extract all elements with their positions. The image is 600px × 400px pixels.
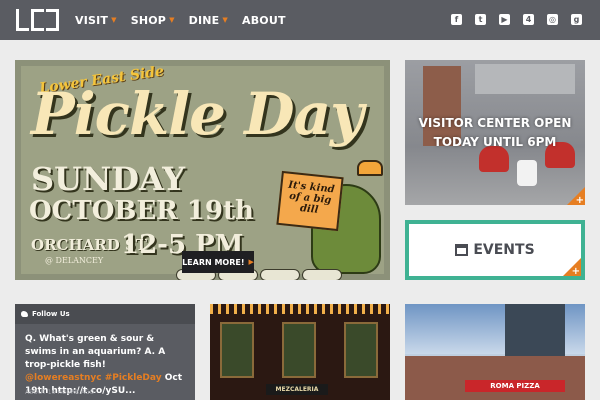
social-links: f t ▶ 4 ◎ g	[451, 14, 582, 25]
visitor-center-text: VISITOR CENTER OPEN TODAY UNTIL 6PM	[405, 114, 585, 152]
store-awning: ROMA PIZZA	[465, 380, 565, 392]
learn-more-button[interactable]: LEARN MORE! ▶	[182, 251, 254, 273]
string-lights	[210, 304, 390, 314]
twitter-feed: Follow Us Q. What's green & sour & swims…	[15, 304, 195, 400]
chevron-down-icon: ▼	[111, 16, 117, 24]
shop-window	[344, 322, 378, 378]
tower-building	[505, 304, 565, 364]
shop-window	[220, 322, 254, 378]
banner-cross-street: @ DELANCEY	[45, 256, 104, 265]
plus-icon[interactable]: +	[563, 258, 581, 277]
instagram-icon[interactable]: ◎	[547, 14, 558, 25]
pickle-day-banner[interactable]: Lower East Side Pickle Day SUNDAY OCTOBE…	[15, 60, 390, 280]
banner-date: OCTOBER 19th	[29, 196, 254, 226]
les-logo[interactable]	[16, 9, 60, 31]
facebook-icon[interactable]: f	[451, 14, 462, 25]
youtube-icon[interactable]: ▶	[499, 14, 510, 25]
site-header: VISIT ▼ SHOP ▼ DINE ▼ ABOUT f t ▶ 4 ◎ g	[0, 0, 600, 40]
chevron-down-icon: ▼	[169, 16, 175, 24]
plus-icon[interactable]: +	[567, 187, 585, 205]
events-label: EVENTS	[473, 242, 535, 258]
twitter-icon	[21, 311, 28, 317]
events-tile[interactable]: EVENTS +	[405, 220, 585, 280]
tweet-timestamp: ABOUT 16 HOURS AGO	[25, 389, 95, 396]
visitor-line-1: VISITOR CENTER OPEN	[418, 116, 572, 130]
caret-right-icon: ▶	[248, 258, 254, 266]
twitter-icon[interactable]: t	[475, 14, 486, 25]
tweet-tags[interactable]: @lowereastnyc #PickleDay	[25, 373, 162, 383]
twitter-header-label: Follow Us	[32, 310, 70, 318]
nav-shop-label: SHOP	[130, 13, 167, 27]
twitter-header[interactable]: Follow Us	[15, 304, 195, 324]
mascot-speech-sign: It's kind of a big dill	[276, 170, 344, 232]
nav-visit[interactable]: VISIT ▼	[75, 14, 117, 27]
learn-more-label: LEARN MORE!	[182, 257, 245, 267]
nav-shop[interactable]: SHOP ▼	[131, 14, 175, 27]
shop-photo-tile[interactable]: MEZCALERIA	[210, 304, 390, 400]
shop-sign: MEZCALERIA	[266, 384, 328, 395]
tweet-text: Q. What's green & sour & swims in an aqu…	[15, 324, 195, 398]
photo-table	[517, 160, 537, 186]
nav-visit-label: VISIT	[75, 13, 109, 27]
street-photo-tile[interactable]: ROMA PIZZA	[405, 304, 585, 400]
calendar-icon	[455, 244, 469, 256]
photo-shelf	[475, 64, 575, 94]
tweet-body: Q. What's green & sour & swims in an aqu…	[25, 334, 166, 370]
storefront-building	[405, 356, 585, 400]
main-nav: VISIT ▼ SHOP ▼ DINE ▼ ABOUT	[75, 0, 286, 40]
events-label-wrap: EVENTS	[455, 242, 535, 258]
visitor-line-2: TODAY UNTIL 6PM	[433, 135, 557, 149]
banner-day: SUNDAY	[31, 160, 186, 198]
nav-dine-label: DINE	[188, 13, 220, 27]
nav-about-label: ABOUT	[242, 13, 286, 27]
visitor-center-tile[interactable]: VISITOR CENTER OPEN TODAY UNTIL 6PM +	[405, 60, 585, 205]
nav-about[interactable]: ABOUT	[242, 14, 286, 27]
nav-dine[interactable]: DINE ▼	[189, 14, 228, 27]
banner-artwork: Lower East Side Pickle Day SUNDAY OCTOBE…	[21, 63, 384, 280]
chevron-down-icon: ▼	[222, 16, 228, 24]
shop-window	[282, 322, 316, 378]
googleplus-icon[interactable]: g	[571, 14, 582, 25]
banner-title: Pickle Day	[31, 80, 364, 148]
mascot-hat	[357, 160, 383, 176]
foursquare-icon[interactable]: 4	[523, 14, 534, 25]
